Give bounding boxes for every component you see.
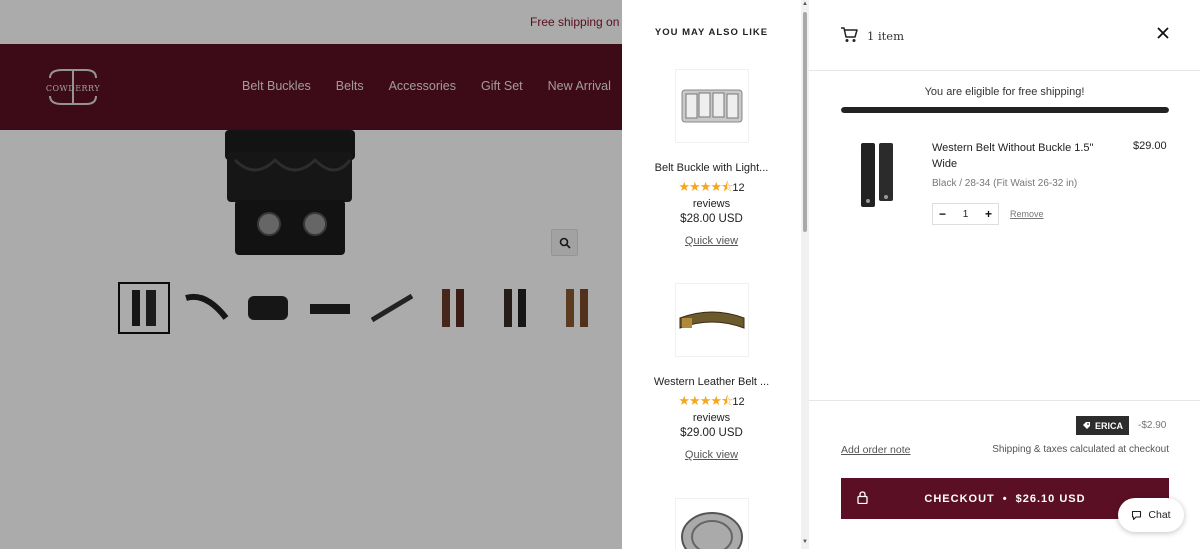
free-shipping-progress-fill — [841, 107, 1169, 113]
modal-overlay[interactable] — [0, 0, 622, 549]
upsell-item-image[interactable] — [675, 70, 748, 142]
upsell-item: Western Leather Belt ... ★★★★⯪12 reviews… — [622, 284, 801, 461]
upsell-item-rating: ★★★★⯪12 reviews — [622, 179, 801, 212]
chat-button[interactable]: Chat — [1118, 498, 1184, 532]
remove-item-link[interactable]: Remove — [1010, 209, 1044, 219]
rating-stars-icon: ★★★★⯪ — [678, 393, 733, 408]
discount-code-text: ERICA — [1095, 420, 1124, 431]
upsell-title: YOU MAY ALSO LIKE — [654, 27, 769, 38]
quick-view-link[interactable]: Quick view — [622, 235, 801, 247]
free-shipping-message: You are eligible for free shipping! — [924, 86, 1085, 98]
checkout-separator: • — [1002, 492, 1008, 505]
upsell-item — [622, 499, 801, 549]
checkout-total: $26.10 USD — [1015, 492, 1086, 505]
rating-count: 12 — [732, 182, 745, 194]
cart-item-title[interactable]: Western Belt Without Buckle 1.5" Wide — [932, 140, 1112, 172]
upsell-item-price: $29.00 USD — [680, 427, 743, 439]
free-shipping-progress — [841, 107, 1169, 113]
rating-count: 12 — [732, 396, 745, 408]
tag-icon — [1083, 422, 1090, 429]
upsell-scrollbar[interactable]: ▲ ▼ — [801, 0, 809, 549]
scroll-up-arrow-icon[interactable]: ▲ — [801, 1, 809, 7]
quick-view-link[interactable]: Quick view — [622, 449, 801, 461]
upsell-item-image[interactable] — [675, 284, 748, 356]
cart-item-variant: Black / 28-34 (Fit Waist 26-32 in) — [932, 178, 1078, 189]
scroll-down-arrow-icon[interactable]: ▼ — [801, 539, 809, 545]
upsell-item-name[interactable]: Belt Buckle with Light... — [622, 162, 801, 174]
chat-label: Chat — [1148, 509, 1171, 521]
upsell-item-price: $28.00 USD — [680, 213, 743, 225]
upsell-item-name[interactable]: Western Leather Belt ... — [622, 376, 801, 388]
quantity-stepper: − 1 + — [932, 203, 999, 225]
close-icon[interactable] — [1154, 25, 1172, 43]
lock-icon — [857, 491, 868, 504]
upsell-item-rating: ★★★★⯪12 reviews — [622, 393, 801, 426]
upsell-item: Belt Buckle with Light... ★★★★⯪12 review… — [622, 70, 801, 247]
cart-item-image[interactable] — [853, 139, 903, 211]
quantity-value[interactable]: 1 — [963, 209, 969, 220]
upsell-panel: YOU MAY ALSO LIKE Belt Buckle with Light… — [622, 0, 801, 549]
cart-item-price: $29.00 — [1133, 140, 1167, 152]
rating-reviews-label: reviews — [692, 198, 731, 210]
cart-drawer: 1 item You are eligible for free shippin… — [809, 0, 1200, 549]
cart-header: 1 item — [809, 0, 1200, 71]
discount-code-badge: ERICA — [1076, 416, 1130, 435]
add-order-note-link[interactable]: Add order note — [841, 444, 910, 456]
cart-item-count: 1 item — [867, 29, 904, 43]
quantity-minus-button[interactable]: − — [939, 207, 946, 221]
rating-stars-icon: ★★★★⯪ — [678, 179, 733, 194]
chat-bubble-icon — [1132, 510, 1142, 520]
discount-amount: -$2.90 — [1138, 420, 1167, 431]
quantity-plus-button[interactable]: + — [985, 207, 992, 221]
rating-reviews-label: reviews — [692, 412, 731, 424]
scrollbar-thumb[interactable] — [803, 12, 807, 232]
checkout-label: CHECKOUT — [924, 492, 995, 505]
upsell-item-image[interactable] — [675, 499, 748, 549]
shipping-taxes-note: Shipping & taxes calculated at checkout — [992, 444, 1169, 455]
cart-icon — [841, 27, 858, 42]
